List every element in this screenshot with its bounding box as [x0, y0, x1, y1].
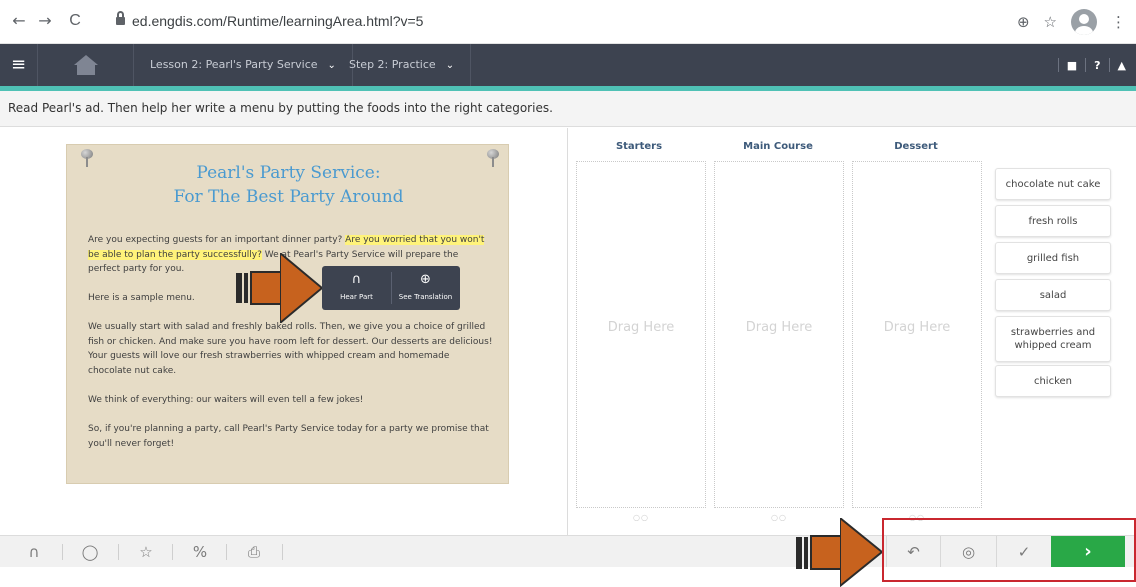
word-card-salad[interactable]: salad: [995, 279, 1111, 311]
hamburger-menu-icon[interactable]: ≡: [0, 44, 38, 86]
dictionary-icon[interactable]: ■: [1067, 59, 1077, 72]
chevron-down-icon: ⌄: [445, 60, 455, 71]
forward-arrow-icon[interactable]: →: [34, 10, 56, 32]
word-card-strawberries-and-whipped-cream[interactable]: strawberries and whipped cream: [995, 316, 1111, 362]
annotation-highlight-box: [882, 518, 1136, 582]
drop-zone-main-course[interactable]: Drag Here: [714, 161, 844, 508]
drop-placeholder: Drag Here: [883, 320, 951, 335]
annotation-arrow-icon: [236, 253, 322, 323]
home-icon: [74, 55, 98, 75]
drop-zone-starters[interactable]: Drag Here: [576, 161, 706, 508]
lock-icon: [116, 11, 125, 26]
speech-bubble-icon[interactable]: ◯: [70, 536, 110, 568]
headphones-icon: ∩: [351, 272, 362, 287]
column-header-starters: Starters: [615, 141, 663, 152]
back-arrow-icon[interactable]: ←: [8, 10, 30, 32]
header-tools: ■ ? ▲: [1057, 44, 1126, 86]
ad-paragraph-4[interactable]: We think of everything: our waiters will…: [88, 393, 493, 408]
page: ← → C ed.engdis.com/Runtime/learningArea…: [0, 0, 1136, 587]
column-dots: ○○: [633, 513, 649, 522]
paperclip-icon[interactable]: %: [180, 536, 220, 568]
drop-placeholder: Drag Here: [607, 320, 675, 335]
drop-placeholder: Drag Here: [745, 320, 813, 335]
word-card-grilled-fish[interactable]: grilled fish: [995, 242, 1111, 274]
browser-actions: ⊕ ☆ ⋮: [1017, 8, 1126, 36]
ad-title-line1: Pearl's Party Service:: [196, 163, 381, 183]
address-bar[interactable]: ed.engdis.com/Runtime/learningArea.html?…: [104, 7, 754, 37]
home-button[interactable]: [38, 44, 134, 86]
bookmark-star-icon[interactable]: ☆: [1044, 8, 1057, 36]
profile-avatar[interactable]: [1071, 9, 1097, 35]
ad-paragraph-3[interactable]: We usually start with salad and freshly …: [88, 320, 493, 378]
star-icon[interactable]: ☆: [126, 536, 166, 568]
ad-title-line2: For The Best Party Around: [173, 187, 404, 207]
headphones-icon[interactable]: ∩: [14, 536, 54, 568]
word-card-chocolate-nut-cake[interactable]: chocolate nut cake: [995, 168, 1111, 200]
zoom-icon[interactable]: ⊕: [1017, 8, 1030, 36]
app-header: ≡ Lesson 2: Pearl's Party Service ⌄ Step …: [0, 44, 1136, 86]
browser-toolbar: ← → C ed.engdis.com/Runtime/learningArea…: [0, 0, 1136, 44]
globe-icon: ⊕: [420, 272, 431, 287]
ad-paragraph-5[interactable]: So, if you're planning a party, call Pea…: [88, 422, 493, 451]
drop-zone-dessert[interactable]: Drag Here: [852, 161, 982, 508]
instruction-text: Read Pearl's ad. Then help her write a m…: [8, 101, 553, 115]
annotation-arrow-icon: [796, 518, 882, 587]
column-header-main-course: Main Course: [743, 141, 813, 152]
user-icon[interactable]: ▲: [1118, 59, 1126, 72]
browser-menu-icon[interactable]: ⋮: [1111, 8, 1126, 36]
word-card-fresh-rolls[interactable]: fresh rolls: [995, 205, 1111, 237]
lesson-label: Lesson 2: Pearl's Party Service: [150, 58, 318, 71]
instruction-bar: Read Pearl's ad. Then help her write a m…: [0, 91, 1136, 127]
step-dropdown[interactable]: Step 2: Practice ⌄: [333, 44, 472, 86]
reload-icon[interactable]: C: [64, 10, 86, 32]
word-card-chicken[interactable]: chicken: [995, 365, 1111, 397]
lesson-dropdown[interactable]: Lesson 2: Pearl's Party Service ⌄: [134, 44, 353, 86]
help-icon[interactable]: ?: [1094, 59, 1100, 72]
url-text: ed.engdis.com/Runtime/learningArea.html?…: [132, 13, 424, 29]
see-translation-button[interactable]: ⊕ See Translation: [391, 266, 460, 310]
text-popover: ∩ Hear Part ⊕ See Translation: [322, 266, 460, 310]
step-label: Step 2: Practice: [349, 58, 436, 71]
see-translation-label: See Translation: [398, 293, 453, 301]
reading-pane: Pearl's Party Service: For The Best Part…: [0, 128, 568, 535]
print-icon[interactable]: ⎙: [234, 536, 274, 568]
column-header-dessert: Dessert: [894, 141, 938, 152]
hear-part-button[interactable]: ∩ Hear Part: [322, 266, 391, 310]
hear-part-label: Hear Part: [340, 293, 373, 301]
